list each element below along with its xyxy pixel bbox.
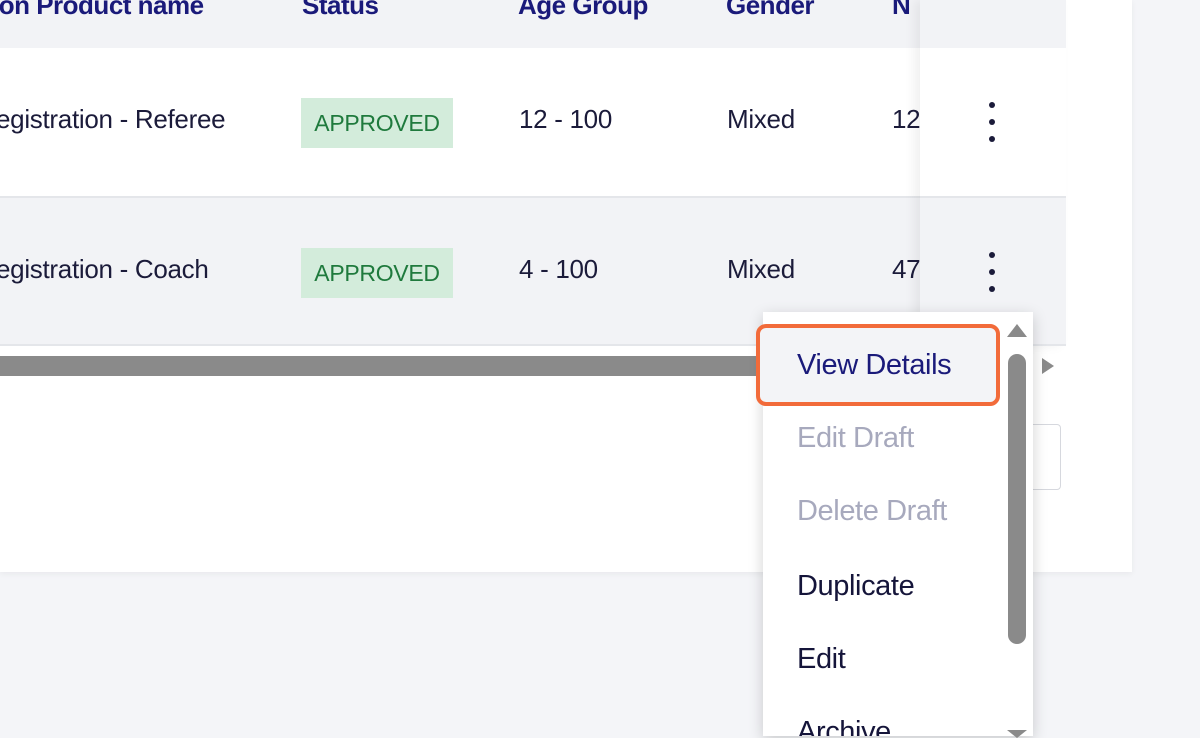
arrow-right-icon[interactable]	[1042, 358, 1054, 374]
menu-item-archive[interactable]: Archive	[797, 716, 891, 736]
age-group-cell: 4 - 100	[519, 254, 598, 284]
menu-item-delete-draft[interactable]: Delete Draft	[797, 495, 947, 528]
col-header-age-group[interactable]: Age Group	[518, 0, 648, 21]
menu-item-view-details[interactable]: View Details	[797, 349, 952, 382]
number-cell: 12	[892, 104, 921, 134]
kebab-vertical-icon[interactable]	[975, 98, 1009, 146]
menu-item-duplicate[interactable]: Duplicate	[797, 570, 915, 603]
col-header-status[interactable]: Status	[302, 0, 379, 21]
product-name-cell: egistration - Coach	[0, 254, 209, 284]
gender-cell: Mixed	[727, 104, 795, 134]
status-badge: APPROVED	[301, 98, 453, 148]
menu-item-edit[interactable]: Edit	[797, 643, 846, 676]
gender-cell: Mixed	[727, 254, 795, 284]
menu-item-edit-draft[interactable]: Edit Draft	[797, 422, 914, 455]
product-name-cell: egistration - Referee	[0, 104, 226, 134]
arrow-down-icon[interactable]	[1007, 730, 1027, 738]
col-header-product-name[interactable]: ion Product name	[0, 0, 204, 21]
status-badge: APPROVED	[301, 248, 453, 298]
arrow-up-icon[interactable]	[1007, 324, 1027, 337]
menu-vertical-scrollbar-thumb[interactable]	[1008, 354, 1026, 644]
number-cell: 47	[892, 254, 921, 284]
col-header-number[interactable]: N	[892, 0, 911, 21]
table-row[interactable]: egistration - Referee APPROVED 12 - 100 …	[0, 48, 1066, 198]
kebab-vertical-icon[interactable]	[975, 248, 1009, 296]
horizontal-scrollbar-thumb[interactable]	[0, 356, 770, 376]
menu-item-clip: Archive	[763, 712, 1003, 736]
col-header-gender[interactable]: Gender	[726, 0, 815, 21]
table-header: ion Product name Status Age Group Gender…	[0, 0, 1066, 48]
age-group-cell: 12 - 100	[519, 104, 613, 134]
